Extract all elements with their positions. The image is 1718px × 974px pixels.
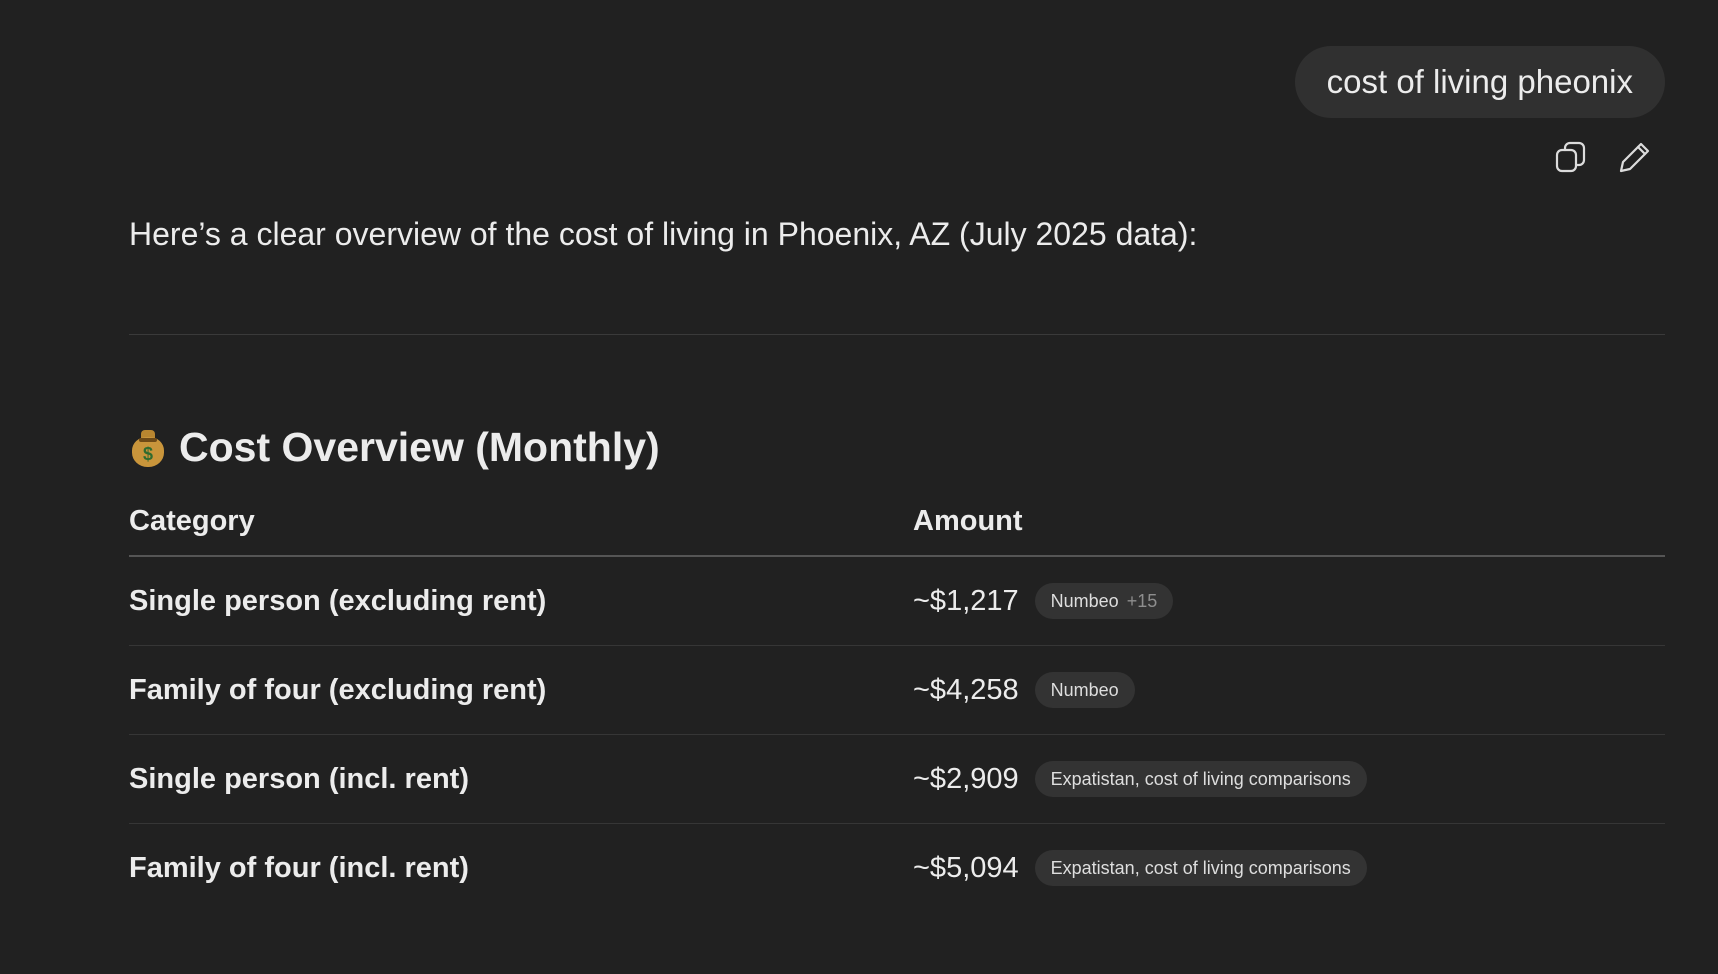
source-citation-pill[interactable]: Expatistan, cost of living comparisons — [1034, 761, 1367, 797]
section-heading-text: Cost Overview (Monthly) — [179, 424, 660, 470]
table-header-row: Category Amount — [129, 501, 1665, 557]
response-intro: Here’s a clear overview of the cost of l… — [129, 216, 1198, 252]
table-row: Family of four (incl. rent) ~$5,094 Expa… — [129, 824, 1665, 913]
table-row: Single person (excluding rent) ~$1,217 N… — [129, 556, 1665, 646]
category-cell: Single person (excluding rent) — [129, 556, 913, 646]
column-header-category: Category — [129, 501, 913, 557]
category-cell: Family of four (incl. rent) — [129, 851, 469, 884]
category-cell: Single person (incl. rent) — [129, 734, 913, 824]
cost-table: Category Amount Single person (excluding… — [129, 501, 1665, 912]
money-bag-icon: $ — [129, 427, 167, 467]
amount-value: ~$1,217 — [913, 584, 1019, 617]
message-actions — [1550, 136, 1656, 178]
source-citation-pill[interactable]: Expatistan, cost of living comparisons — [1034, 850, 1367, 886]
section-heading: $ Cost Overview (Monthly) — [129, 421, 1665, 473]
chat-page: cost of living pheonix Here’s a clear ov… — [0, 0, 1718, 974]
source-name: Expatistan, cost of living comparisons — [1050, 857, 1351, 878]
table-row: Single person (incl. rent) ~$2,909 Expat… — [129, 734, 1665, 824]
copy-icon — [1555, 141, 1586, 173]
amount-cell: ~$5,094 Expatistan, cost of living compa… — [913, 824, 1665, 913]
copy-button[interactable] — [1550, 136, 1592, 178]
source-citation-pill[interactable]: Numbeo — [1034, 672, 1135, 708]
amount-cell: ~$1,217 Numbeo +15 — [913, 556, 1665, 646]
user-message-bubble: cost of living pheonix — [1294, 46, 1665, 118]
edit-message-button[interactable] — [1614, 136, 1656, 178]
divider — [129, 334, 1665, 335]
source-name: Numbeo — [1050, 679, 1119, 700]
source-name: Numbeo — [1050, 590, 1119, 611]
amount-value: ~$2,909 — [913, 762, 1019, 795]
source-name: Expatistan, cost of living comparisons — [1050, 768, 1351, 789]
source-extra-count: +15 — [1126, 590, 1158, 611]
table-row: Family of four (excluding rent) ~$4,258 … — [129, 645, 1665, 735]
category-cell: Family of four (excluding rent) — [129, 645, 913, 735]
pencil-icon — [1619, 142, 1650, 173]
column-header-amount: Amount — [913, 501, 1665, 557]
assistant-response: Here’s a clear overview of the cost of l… — [129, 206, 1665, 912]
amount-value: ~$5,094 — [913, 851, 1019, 884]
amount-value: ~$4,258 — [913, 673, 1019, 706]
amount-cell: ~$2,909 Expatistan, cost of living compa… — [913, 734, 1665, 824]
amount-cell: ~$4,258 Numbeo — [913, 645, 1665, 735]
source-citation-pill[interactable]: Numbeo +15 — [1034, 583, 1174, 619]
